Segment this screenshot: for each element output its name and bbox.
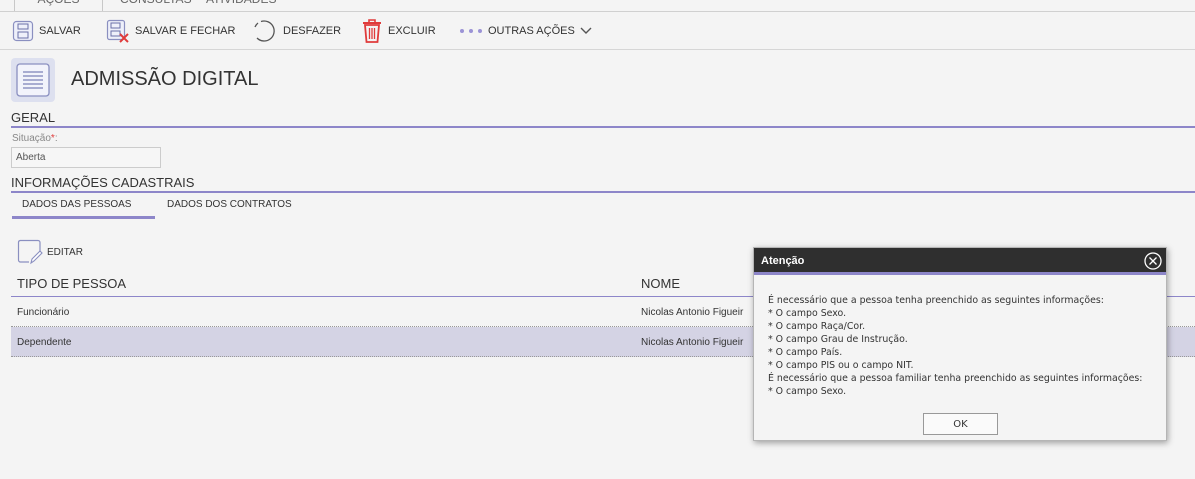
section-geral: GERAL xyxy=(11,110,1195,128)
dialog-header: Atenção xyxy=(754,248,1166,275)
edit-icon xyxy=(17,239,43,265)
message-line: É necessário que a pessoa tenha preenchi… xyxy=(768,295,1104,306)
tab-atividades[interactable]: ATIVIDADES xyxy=(198,0,284,11)
edit-label: EDITAR xyxy=(47,246,83,258)
situacao-field[interactable]: Aberta xyxy=(11,147,161,168)
tab-dados-dos-contratos[interactable]: DADOS DOS CONTRATOS xyxy=(157,197,302,219)
top-tab-bar: AÇÕES CONSULTAS ATIVIDADES xyxy=(0,0,1195,12)
undo-button[interactable]: DESFAZER xyxy=(252,12,341,50)
page-title: ADMISSÃO DIGITAL xyxy=(71,68,259,90)
tab-dados-das-pessoas[interactable]: DADOS DAS PESSOAS xyxy=(12,197,155,219)
message-line: É necessário que a pessoa familiar tenha… xyxy=(768,373,1143,384)
save-close-label: SALVAR E FECHAR xyxy=(135,25,236,37)
column-header-nome[interactable]: NOME xyxy=(641,276,680,291)
column-header-tipo[interactable]: TIPO DE PESSOA xyxy=(17,276,126,291)
save-icon xyxy=(12,20,34,42)
message-line: * O campo Grau de Instrução. xyxy=(768,334,908,345)
toolbar: SALVAR SALVAR E FECHAR DESFAZER EXCLUIR … xyxy=(0,12,1195,50)
save-label: SALVAR xyxy=(39,25,81,37)
more-actions-button[interactable]: OUTRAS AÇÕES xyxy=(460,12,598,50)
document-icon xyxy=(11,58,55,102)
cell-tipo: Funcionário xyxy=(17,307,70,318)
message-line: * O campo Raça/Cor. xyxy=(768,321,866,332)
trash-icon xyxy=(363,19,381,43)
more-actions-label: OUTRAS AÇÕES xyxy=(488,25,575,37)
message-line: * O campo PIS ou o campo NIT. xyxy=(768,360,914,371)
chevron-down-icon xyxy=(580,27,592,34)
cell-nome: Nicolas Antonio Figueir xyxy=(641,307,744,318)
undo-label: DESFAZER xyxy=(283,25,342,37)
dialog-title: Atenção xyxy=(761,255,805,267)
tab-consultas[interactable]: CONSULTAS xyxy=(112,0,200,11)
save-close-icon xyxy=(106,19,129,43)
tab-acoes[interactable]: AÇÕES xyxy=(14,0,103,11)
ok-button[interactable]: OK xyxy=(923,413,998,435)
cell-tipo: Dependente xyxy=(17,337,72,348)
more-dots-icon xyxy=(460,29,482,33)
delete-label: EXCLUIR xyxy=(388,25,436,37)
message-line: * O campo País. xyxy=(768,347,843,358)
delete-button[interactable]: EXCLUIR xyxy=(361,12,436,50)
message-line: * O campo Sexo. xyxy=(768,308,847,319)
situacao-label: Situação*: xyxy=(12,133,58,144)
situacao-label-colon: : xyxy=(54,133,58,144)
close-icon[interactable] xyxy=(1143,251,1163,271)
situacao-label-text: Situação xyxy=(12,133,51,144)
alert-dialog: Atenção É necessário que a pessoa tenha … xyxy=(753,247,1167,441)
message-line: * O campo Sexo. xyxy=(768,386,847,397)
save-and-close-button[interactable]: SALVAR E FECHAR xyxy=(106,12,235,50)
cell-nome: Nicolas Antonio Figueir xyxy=(641,337,744,348)
save-button[interactable]: SALVAR xyxy=(12,12,81,50)
undo-icon xyxy=(254,20,275,42)
dialog-message: É necessário que a pessoa tenha preenchi… xyxy=(768,294,1158,398)
edit-button[interactable]: EDITAR xyxy=(17,239,83,265)
section-informacoes-cadastrais: INFORMAÇÕES CADASTRAIS xyxy=(11,175,1195,193)
